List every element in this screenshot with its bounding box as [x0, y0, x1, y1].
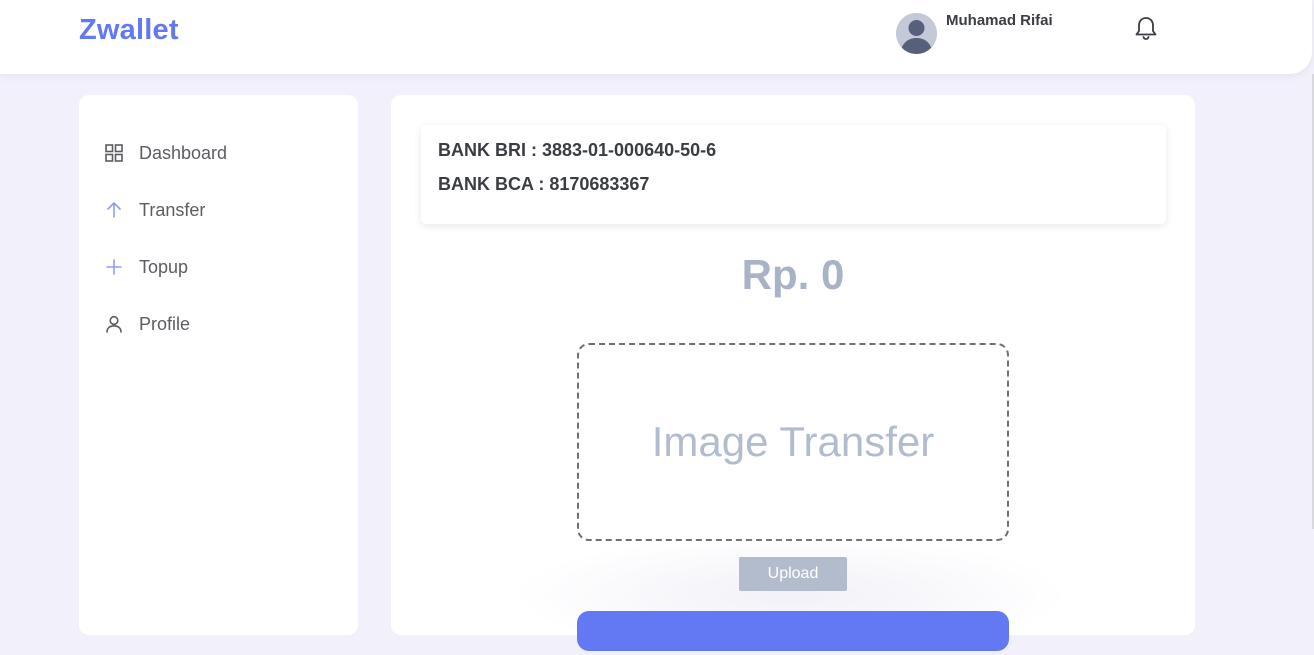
user-icon	[103, 313, 125, 335]
sidebar-item-label: Profile	[139, 313, 191, 334]
bank-info-card: BANK BRI : 3883-01-000640-50-6 BANK BCA …	[421, 125, 1166, 224]
sidebar-item-transfer[interactable]: Transfer	[103, 196, 333, 224]
arrow-up-icon	[103, 199, 125, 221]
sidebar: Dashboard Transfer Topup Profile	[79, 95, 358, 635]
avatar[interactable]	[896, 13, 937, 54]
brand-logo[interactable]: Zwallet	[79, 14, 179, 47]
upload-button[interactable]: Upload	[739, 557, 847, 591]
sidebar-item-label: Dashboard	[139, 142, 228, 163]
sidebar-item-label: Topup	[139, 256, 189, 277]
sidebar-item-label: Transfer	[139, 199, 206, 220]
bank-bri-line: BANK BRI : 3883-01-000640-50-6	[438, 140, 717, 160]
main-panel: BANK BRI : 3883-01-000640-50-6 BANK BCA …	[391, 95, 1195, 655]
bank-bca-line: BANK BCA : 8170683367	[438, 174, 650, 194]
plus-icon	[103, 256, 125, 278]
sidebar-item-dashboard[interactable]: Dashboard	[103, 139, 333, 167]
dropzone-label: Image Transfer	[651, 418, 935, 465]
bell-icon[interactable]	[1133, 14, 1159, 42]
grid-icon	[103, 142, 125, 164]
top-header: Zwallet Muhamad Rifai	[0, 0, 1312, 74]
sidebar-item-topup[interactable]: Topup	[103, 253, 333, 281]
image-transfer-dropzone[interactable]: Image Transfer	[577, 343, 1009, 541]
user-name[interactable]: Muhamad Rifai	[946, 12, 1053, 29]
amount-display: Rp. 0	[741, 251, 845, 298]
sidebar-item-profile[interactable]: Profile	[103, 310, 333, 338]
submit-button[interactable]	[577, 611, 1009, 651]
